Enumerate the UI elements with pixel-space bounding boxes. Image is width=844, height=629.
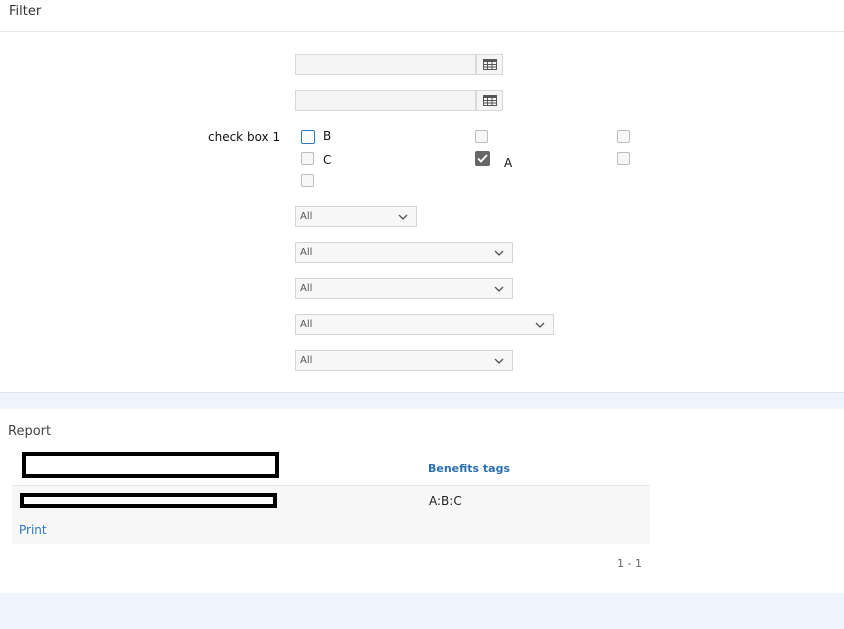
region-separator (0, 393, 844, 409)
filter-header-divider (0, 31, 844, 32)
filter-select-4-value: All (300, 319, 313, 330)
checkbox-b[interactable] (301, 130, 315, 144)
filter-select-2-value: All (300, 247, 313, 258)
check-icon (477, 154, 488, 163)
filter-select-2[interactable]: All (295, 242, 513, 263)
filter-select-5-value: All (300, 355, 313, 366)
print-link[interactable]: Print (19, 523, 47, 537)
checkbox-a[interactable] (475, 151, 490, 166)
chevron-down-icon (494, 250, 504, 256)
checkbox-c-label: C (323, 153, 332, 167)
checkbox-unlabeled-1[interactable] (475, 130, 488, 143)
checkbox-unlabeled-2[interactable] (617, 130, 630, 143)
filter-select-3-value: All (300, 283, 313, 294)
chevron-down-icon (535, 322, 545, 328)
date-input-start[interactable] (295, 54, 476, 75)
date-picker-button-end[interactable] (476, 90, 503, 111)
redacted-column-header (22, 452, 279, 478)
filter-select-1[interactable]: All (295, 206, 417, 227)
footer-band (0, 593, 844, 629)
chevron-down-icon (494, 286, 504, 292)
checkbox-unlabeled-3[interactable] (617, 152, 630, 165)
calendar-icon (482, 95, 497, 106)
checkbox-a-label: A (504, 156, 513, 170)
checkbox-b-label: B (323, 129, 332, 143)
filter-select-1-value: All (300, 211, 313, 222)
chevron-down-icon (494, 358, 504, 364)
benefits-tags-cell: A:B:C (429, 494, 462, 508)
date-picker-button-start[interactable] (476, 54, 503, 75)
checkbox-unlabeled-4[interactable] (301, 174, 314, 187)
calendar-icon (482, 59, 497, 70)
filter-select-3[interactable]: All (295, 278, 513, 299)
report-title: Report (8, 424, 52, 439)
pagination-info: 1 - 1 (617, 557, 642, 570)
filter-select-5[interactable]: All (295, 350, 513, 371)
column-header-benefits-tags[interactable]: Benefits tags (428, 462, 510, 475)
filter-title: Filter (9, 4, 42, 19)
filter-select-4[interactable]: All (295, 314, 554, 335)
date-input-end[interactable] (295, 90, 476, 111)
redacted-cell (20, 493, 277, 508)
chevron-down-icon (398, 214, 408, 220)
checkbox-group-label: check box 1 (208, 130, 281, 144)
checkbox-c[interactable] (301, 152, 314, 165)
